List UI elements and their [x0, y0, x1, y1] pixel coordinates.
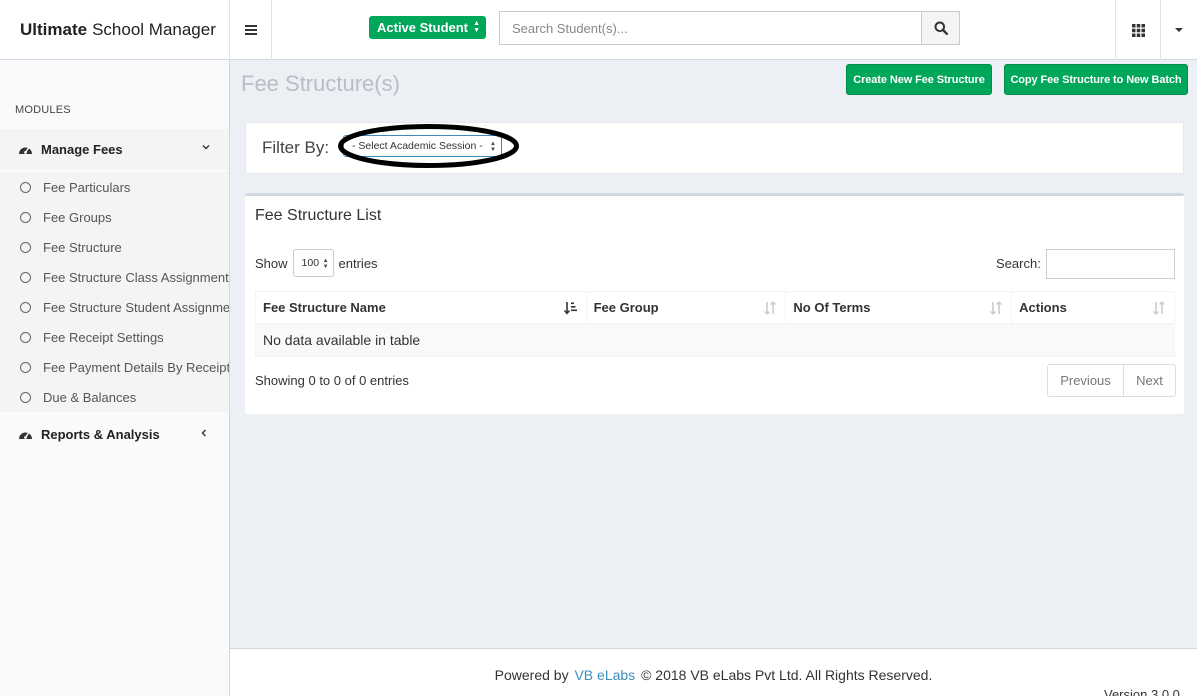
sidebar-toggle-button[interactable] [230, 0, 272, 60]
filter-label: Filter By: [262, 138, 330, 157]
hamburger-icon [244, 29, 257, 31]
column-header-actions[interactable]: Actions [1011, 291, 1175, 325]
sidebar-item-reports[interactable]: Reports & Analysis [0, 418, 229, 450]
column-header-no-of-terms[interactable]: No Of Terms [785, 291, 1012, 325]
filter-panel: Filter By: - Select Academic Session - ▲… [245, 122, 1184, 174]
sidebar-subitem-label: Fee Receipt Settings [43, 329, 164, 345]
sidebar-item-label: Reports & Analysis [41, 426, 160, 442]
sidebar-subitem-receipt-settings[interactable]: Fee Receipt Settings [0, 322, 229, 352]
table-search-label: Search: [996, 256, 1041, 271]
sidebar-subitem-label: Fee Groups [43, 209, 112, 225]
sidebar-subitem-student-assignment[interactable]: Fee Structure Student Assignment [0, 292, 229, 322]
column-header-fee-structure-name[interactable]: Fee Structure Name [255, 291, 587, 325]
sidebar-item-manage-fees[interactable]: Manage Fees [0, 129, 229, 170]
show-label: Show [255, 255, 288, 271]
sidebar-subitem-payment-details[interactable]: Fee Payment Details By Receipt No. [0, 352, 229, 382]
entries-per-page-select[interactable]: 100 ▲ ▼ [292, 249, 334, 277]
top-navbar: Ultimate School Manager Active Student ▲… [0, 0, 1197, 60]
sidebar-subitem-label: Fee Structure [43, 239, 122, 255]
student-search [499, 11, 960, 45]
sort-both-icon [1153, 301, 1165, 315]
column-header-label: Fee Group [593, 299, 659, 315]
entries-label: entries [338, 255, 378, 271]
entries-per-page-value: 100 [301, 257, 320, 269]
sidebar-subitem-fee-structure[interactable]: Fee Structure [0, 232, 229, 262]
student-status-value: Active Student [377, 20, 469, 35]
table-info: Showing 0 to 0 of 0 entries [255, 373, 409, 388]
entries-length-control: Show 100 ▲ ▼ entries [255, 249, 378, 277]
list-title: Fee Structure List [255, 207, 382, 224]
footer-credits: Powered by VB eLabs © 2018 VB eLabs Pvt … [230, 667, 1197, 683]
column-header-label: Fee Structure Name [263, 299, 386, 315]
powered-by-text: Powered by [494, 667, 569, 683]
apps-grid-button[interactable] [1115, 0, 1160, 60]
fee-structure-list-panel: Fee Structure List Show 100 ▲ ▼ entries S… [245, 193, 1184, 414]
app-logo[interactable]: Ultimate School Manager [0, 0, 230, 60]
academic-session-value: - Select Academic Session - [352, 140, 483, 152]
modules-header: MODULES [15, 104, 71, 116]
sidebar-subitem-fee-groups[interactable]: Fee Groups [0, 202, 229, 232]
page-title: Fee Structure(s) [241, 71, 400, 96]
dashboard-gauge-icon [19, 432, 32, 439]
student-status-select[interactable]: Active Student ▲ ▼ [369, 16, 486, 39]
table-row: No data available in table [255, 323, 1175, 357]
empty-table-message: No data available in table [255, 323, 1175, 357]
sidebar-subitem-fee-particulars[interactable]: Fee Particulars [0, 172, 229, 202]
select-arrows-icon: ▲ ▼ [473, 20, 480, 34]
circle-icon [20, 241, 31, 253]
sidebar-subitem-due-balances[interactable]: Due & Balances [0, 382, 229, 412]
caret-down-icon [1175, 28, 1183, 32]
footer: Powered by VB eLabs © 2018 VB eLabs Pvt … [230, 648, 1197, 696]
column-header-fee-group[interactable]: Fee Group [585, 291, 786, 325]
circle-icon [20, 181, 31, 193]
select-arrows-icon: ▲ ▼ [490, 141, 496, 153]
sidebar-item-label: Manage Fees [41, 142, 123, 157]
next-page-button[interactable]: Next [1124, 364, 1176, 397]
dashboard-gauge-icon [19, 147, 32, 154]
academic-session-select[interactable]: - Select Academic Session - ▲ ▼ [343, 135, 502, 157]
circle-icon [20, 331, 31, 343]
grid-icon [1131, 23, 1145, 37]
sidebar-subitem-label: Fee Structure Class Assignment [43, 269, 229, 285]
circle-icon [20, 361, 31, 373]
version-text: Version 3.0.0 [1104, 687, 1180, 696]
copyright-text: © 2018 VB eLabs Pvt Ltd. All Rights Rese… [641, 667, 933, 683]
circle-icon [20, 211, 31, 223]
copy-fee-structure-button[interactable]: Copy Fee Structure to New Batch [1004, 64, 1188, 95]
main-content: Fee Structure(s) Create New Fee Structur… [230, 60, 1197, 648]
sidebar-subitem-label: Fee Payment Details By Receipt No. [43, 359, 229, 375]
sort-ascending-icon [563, 302, 577, 315]
brand-bold: Ultimate [20, 20, 88, 39]
student-search-input[interactable] [499, 11, 921, 45]
sidebar-subitem-class-assignment[interactable]: Fee Structure Class Assignment [0, 262, 229, 292]
previous-page-button[interactable]: Previous [1047, 364, 1124, 397]
user-menu-dropdown[interactable] [1160, 0, 1197, 60]
sidebar: MODULES Manage Fees Fee Particulars Fee … [0, 60, 230, 696]
sidebar-subitem-label: Fee Structure Student Assignment [43, 299, 229, 315]
create-fee-structure-button[interactable]: Create New Fee Structure [846, 64, 992, 95]
search-button[interactable] [921, 11, 960, 45]
column-header-label: No Of Terms [793, 299, 871, 315]
table-search-input[interactable] [1046, 249, 1175, 279]
brand-rest: School Manager [92, 20, 216, 39]
select-arrows-icon: ▲ ▼ [322, 258, 329, 270]
circle-icon [20, 301, 31, 313]
circle-icon [20, 271, 31, 283]
table-header-row: Fee Structure Name Fee Group No Of Terms… [255, 291, 1175, 325]
column-header-label: Actions [1019, 299, 1067, 315]
sort-both-icon [764, 301, 777, 315]
pagination: Previous Next [1047, 364, 1176, 397]
circle-icon [20, 391, 31, 403]
chevron-down-icon [202, 145, 210, 150]
sort-both-icon [990, 301, 1003, 315]
chevron-left-icon [201, 429, 206, 437]
sidebar-subitem-label: Fee Particulars [43, 179, 131, 195]
company-link[interactable]: VB eLabs [574, 667, 635, 683]
fee-structure-table: Fee Structure Name Fee Group No Of Terms… [255, 291, 1175, 357]
search-icon [934, 21, 948, 35]
sidebar-subitem-label: Due & Balances [43, 389, 137, 405]
